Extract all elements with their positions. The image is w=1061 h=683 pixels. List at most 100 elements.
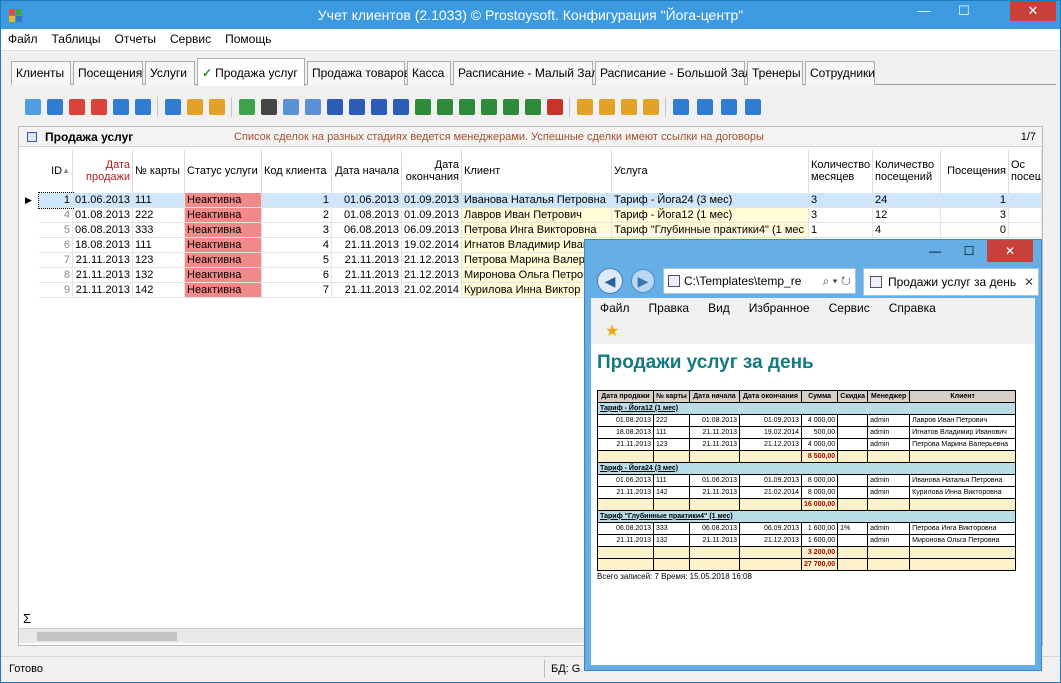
cell-code[interactable]: 3 xyxy=(262,223,332,238)
cell-status[interactable]: Неактивна xyxy=(185,283,262,298)
cell-service[interactable]: Тариф - Йога12 (1 мес) xyxy=(612,208,809,223)
ie-menu-view[interactable]: Вид xyxy=(699,300,740,316)
cell-rem[interactable] xyxy=(1009,223,1042,238)
cell-id[interactable]: 4 xyxy=(39,208,73,223)
cell-client[interactable]: Иванова Наталья Петровна xyxy=(462,193,612,208)
import4-icon[interactable] xyxy=(643,99,659,115)
cell-start[interactable]: 21.11.2013 xyxy=(332,238,402,253)
tab-visits[interactable]: Посещения xyxy=(73,61,143,85)
cell-code[interactable]: 5 xyxy=(262,253,332,268)
cell-qty[interactable]: 4 xyxy=(873,223,941,238)
cell-start[interactable]: 01.08.2013 xyxy=(332,208,402,223)
col-card[interactable]: № карты xyxy=(133,149,185,193)
cell-sale[interactable]: 21.11.2013 xyxy=(73,283,133,298)
table-row[interactable]: 5 06.08.2013 333 Неактивна 3 06.08.2013 06.09.… xyxy=(19,223,1042,238)
menu-help[interactable]: Помощь xyxy=(218,29,278,46)
word-export4-icon[interactable] xyxy=(393,99,409,115)
cell-card[interactable]: 132 xyxy=(133,268,185,283)
cell-code[interactable]: 7 xyxy=(262,283,332,298)
forward-button[interactable]: ▶ xyxy=(631,269,655,293)
col-months[interactable]: Количество месяцев xyxy=(809,149,873,193)
cell-sale[interactable]: 01.08.2013 xyxy=(73,208,133,223)
tab-service-sales[interactable]: ✓ Продажа услуг xyxy=(197,58,305,86)
html-export-icon[interactable] xyxy=(525,99,541,115)
col-sale-date[interactable]: Дата продажи xyxy=(73,149,133,193)
favorites-star-icon[interactable]: ★ xyxy=(605,324,621,340)
col-id[interactable]: ID ▲ xyxy=(39,149,73,193)
cell-visits[interactable]: 1 xyxy=(941,193,1009,208)
last-record-icon[interactable] xyxy=(745,99,761,115)
tab-schedule-big[interactable]: Расписание - Большой Зал xyxy=(595,61,752,85)
table-row[interactable]: ▶ 1 01.06.2013 111 Неактивна 1 01.06.2013 01.09… xyxy=(19,192,1042,209)
cell-card[interactable]: 111 xyxy=(133,193,185,208)
ie-menu-favorites[interactable]: Избранное xyxy=(740,300,820,316)
browser-tab[interactable]: Продажи услуг за день ✕ xyxy=(863,268,1039,296)
col-end[interactable]: Дата окончания xyxy=(402,149,462,193)
word-export-icon[interactable] xyxy=(327,99,343,115)
panel-collapse-icon[interactable] xyxy=(27,132,37,142)
cell-card[interactable]: 222 xyxy=(133,208,185,223)
filter-remove-icon[interactable] xyxy=(69,99,85,115)
cell-id[interactable]: 7 xyxy=(39,253,73,268)
ie-menu-edit[interactable]: Правка xyxy=(640,300,700,316)
cell-client[interactable]: Петрова Инга Викторовна xyxy=(462,223,612,238)
cell-start[interactable]: 21.11.2013 xyxy=(332,283,402,298)
close-button[interactable]: ✕ xyxy=(1010,1,1056,21)
cell-visits[interactable]: 3 xyxy=(941,208,1009,223)
txt-export-icon[interactable] xyxy=(481,99,497,115)
col-visits-qty[interactable]: Количество посещений xyxy=(873,149,941,193)
ie-menu-help[interactable]: Справка xyxy=(880,300,946,316)
menu-service[interactable]: Сервис xyxy=(163,29,218,46)
col-client-code[interactable]: Код клиента xyxy=(262,149,332,193)
browser-minimize-button[interactable]: — xyxy=(921,240,949,262)
import-icon[interactable] xyxy=(577,99,593,115)
cell-end[interactable]: 21.12.2013 xyxy=(402,268,462,283)
cell-service[interactable]: Тариф - Йога24 (3 мес) xyxy=(612,193,809,208)
add-record-icon[interactable] xyxy=(25,99,41,115)
col-remaining[interactable]: Ос посеш xyxy=(1009,149,1042,193)
tab-goods-sales[interactable]: Продажа товаров xyxy=(307,61,410,85)
cell-status[interactable]: Неактивна xyxy=(185,193,262,208)
filter-advanced-icon[interactable] xyxy=(135,99,151,115)
menu-file[interactable]: Файл xyxy=(1,29,45,46)
tab-cash[interactable]: Касса xyxy=(407,61,451,85)
cell-rem[interactable] xyxy=(1009,208,1042,223)
cell-card[interactable]: 111 xyxy=(133,238,185,253)
cell-card[interactable]: 333 xyxy=(133,223,185,238)
prev-record-icon[interactable] xyxy=(697,99,713,115)
cell-sale[interactable]: 01.06.2013 xyxy=(73,193,133,208)
word-export2-icon[interactable] xyxy=(349,99,365,115)
minimize-button[interactable]: — xyxy=(910,1,938,21)
address-controls[interactable]: ⌕ ▾ ↻ xyxy=(822,269,851,293)
xml-export-icon[interactable] xyxy=(503,99,519,115)
cell-code[interactable]: 2 xyxy=(262,208,332,223)
cell-end[interactable]: 21.12.2013 xyxy=(402,253,462,268)
col-status[interactable]: Статус услуги xyxy=(185,149,262,193)
chart-icon[interactable] xyxy=(547,99,563,115)
filter-clear-icon[interactable] xyxy=(91,99,107,115)
tab-schedule-small[interactable]: Расписание - Малый Зал xyxy=(453,61,598,85)
cell-id[interactable]: 9 xyxy=(39,283,73,298)
cell-visits[interactable]: 0 xyxy=(941,223,1009,238)
import2-icon[interactable] xyxy=(599,99,615,115)
tab-close-icon[interactable]: ✕ xyxy=(1024,269,1034,295)
col-service[interactable]: Услуга xyxy=(612,149,809,193)
col-visits[interactable]: Посещения xyxy=(941,149,1009,193)
cell-months[interactable]: 1 xyxy=(809,223,873,238)
menu-tables[interactable]: Таблицы xyxy=(45,29,108,46)
cell-status[interactable]: Неактивна xyxy=(185,238,262,253)
cell-months[interactable]: 3 xyxy=(809,208,873,223)
cell-status[interactable]: Неактивна xyxy=(185,268,262,283)
cell-qty[interactable]: 12 xyxy=(873,208,941,223)
cell-status[interactable]: Неактивна xyxy=(185,223,262,238)
maximize-button[interactable]: ☐ xyxy=(950,1,978,21)
first-record-icon[interactable] xyxy=(673,99,689,115)
browser-maximize-button[interactable]: ☐ xyxy=(955,240,983,262)
cell-start[interactable]: 06.08.2013 xyxy=(332,223,402,238)
cell-id[interactable]: 5 xyxy=(39,223,73,238)
address-bar[interactable]: C:\Templates\temp_re ⌕ ▾ ↻ xyxy=(663,268,856,294)
import3-icon[interactable] xyxy=(621,99,637,115)
cell-end[interactable]: 06.09.2013 xyxy=(402,223,462,238)
cell-sale[interactable]: 18.08.2013 xyxy=(73,238,133,253)
cell-end[interactable]: 21.02.2014 xyxy=(402,283,462,298)
